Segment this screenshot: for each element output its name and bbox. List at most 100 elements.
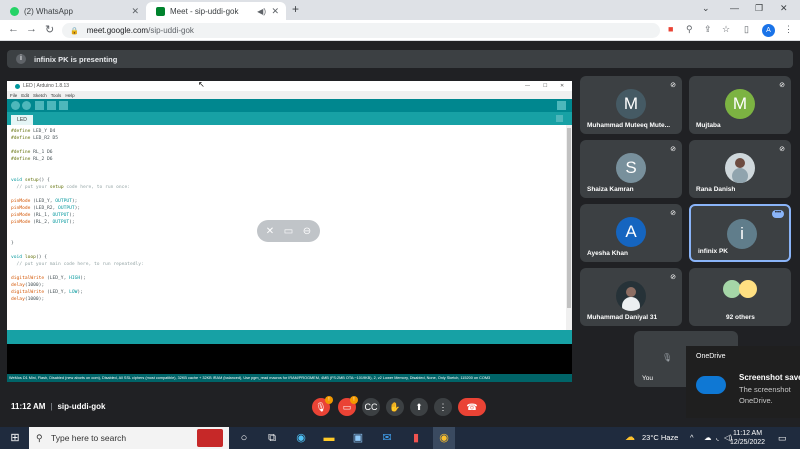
mic-off-icon: ✕ (265, 225, 275, 237)
present-button[interactable]: ⬆ (410, 398, 428, 416)
ide-title-bar: LED | Arduino 1.8.13 — ☐ ✕ (7, 81, 572, 91)
presenting-text: infinix PK is presenting (34, 54, 118, 64)
tab-title: (2) WhatsApp (24, 6, 73, 16)
camera-in-use-icon[interactable]: ■ (668, 24, 673, 34)
camera-off-icon: ▭ (283, 225, 294, 237)
menu-edit: Edit (21, 92, 30, 98)
notification-body: OneDrive. (739, 396, 773, 405)
sidebar-icon[interactable]: ▯ (744, 24, 749, 35)
hang-up-icon: ☎ (466, 402, 478, 412)
speaker-icon[interactable]: ◀) (257, 7, 266, 16)
task-view-icon[interactable]: ⧉ (265, 431, 279, 445)
leave-call-button[interactable]: ☎ (458, 398, 486, 416)
avatar: M (616, 89, 646, 119)
more-vert-icon: ⋮ (438, 402, 448, 412)
share-icon[interactable]: ⇪ (704, 24, 712, 35)
present-icon: ⬆ (415, 402, 423, 412)
mic-off-icon: 🎙 (315, 402, 327, 412)
tab-whatsapp[interactable]: (2) WhatsApp ✕ (0, 2, 146, 20)
profile-photo (616, 281, 646, 311)
mic-off-icon: ⊘ (779, 146, 785, 153)
more-options-button[interactable]: ⋮ (434, 398, 452, 416)
maximize-icon: ☐ (543, 83, 548, 89)
close-icon[interactable]: ✕ (131, 6, 139, 17)
cloud-tray-icon[interactable]: ☁ (704, 427, 712, 449)
participant-tile[interactable]: M ⊘ Muhammad Muteeq Mute... (580, 76, 682, 134)
participant-tile[interactable]: M ⊘ Mujtaba (689, 76, 791, 134)
weather-text[interactable]: 23°C Haze (642, 427, 678, 449)
restore-icon[interactable]: ❐ (755, 3, 763, 14)
participant-tile[interactable]: S ⊘ Shaiza Kamran (580, 140, 682, 198)
self-name: You (642, 375, 653, 382)
captions-icon: CC (364, 402, 378, 412)
chrome-icon[interactable]: ◉ (433, 427, 455, 449)
minimize-icon[interactable]: — (730, 3, 739, 13)
ide-menu-bar: File Edit Sketch Tools Help (7, 91, 572, 99)
more-options-icon[interactable]: ••• (772, 210, 784, 218)
avatar: S (616, 153, 646, 183)
taskbar-search[interactable]: ⚲ Type here to search (29, 427, 229, 449)
network-icon[interactable]: ◟ (716, 427, 719, 449)
reload-icon[interactable]: ↻ (45, 23, 54, 36)
minimize-icon: — (525, 83, 530, 89)
others-count: 92 others (726, 314, 755, 321)
mouse-cursor-icon: ↖ (198, 80, 205, 89)
participant-name: Muhammad Daniyal 31 (587, 314, 658, 321)
participant-tile-presenter[interactable]: i ••• infinix PK (689, 204, 791, 262)
notification-body: The screenshot (739, 385, 791, 394)
windows-taskbar: ⊞ ⚲ Type here to search ○ ⧉ ◉ ▬ ▣ ✉ ▮ ◉ … (0, 427, 800, 449)
ide-tab-led: LED (11, 115, 33, 125)
info-icon: i (16, 54, 26, 64)
participant-name: Muhammad Muteeq Mute... (587, 122, 671, 129)
bookmark-star-icon[interactable]: ☆ (722, 24, 730, 35)
meeting-code: sip-uddi-gok (57, 402, 106, 411)
cortana-icon[interactable]: ○ (237, 431, 251, 445)
window-close-icon[interactable]: ✕ (780, 3, 788, 14)
onedrive-notification[interactable]: OneDrive Screenshot save The screenshot … (686, 346, 800, 418)
office-icon[interactable]: ▮ (409, 431, 423, 445)
participant-tile[interactable]: ⊘ Rana Danish (689, 140, 791, 198)
meeting-time: 11:12 AM (11, 402, 46, 411)
meeting-info: 11:12 AM | sip-uddi-gok (11, 402, 106, 411)
ide-status-bar: WeMos D1 Mini, Flash, Disabled (new abor… (7, 374, 572, 382)
holiday-icon (197, 429, 223, 447)
captions-button[interactable]: CC (362, 398, 380, 416)
tab-search-icon[interactable]: ⌄ (702, 3, 710, 14)
others-tile[interactable]: 92 others (689, 268, 791, 326)
back-icon[interactable]: ← (8, 23, 19, 35)
clock-time: 11:12 AM (732, 430, 763, 437)
weather-icon[interactable]: ☁ (625, 427, 635, 449)
zoom-icon[interactable]: ⚲ (686, 24, 693, 35)
forward-icon[interactable]: → (26, 23, 37, 35)
url-host: meet.google.com (86, 26, 149, 35)
mail-icon[interactable]: ✉ (380, 431, 394, 445)
system-clock[interactable]: 11:12 AM 12/25/2022 (730, 429, 765, 447)
store-icon[interactable]: ▣ (351, 431, 365, 445)
profile-avatar[interactable]: A (762, 24, 775, 37)
windows-start-icon[interactable]: ⊞ (8, 431, 22, 445)
new-tab-button[interactable]: + (292, 2, 299, 16)
notifications-icon[interactable]: ▭ (778, 427, 787, 449)
participant-name: infinix PK (698, 248, 728, 255)
warning-badge: ! (325, 396, 333, 404)
notification-title: Screenshot save (739, 373, 800, 382)
save-icon (59, 101, 68, 110)
close-icon[interactable]: ✕ (271, 6, 279, 17)
url-field[interactable]: 🔒 meet.google.com/sip-uddi-gok (62, 23, 660, 38)
edge-icon[interactable]: ◉ (294, 431, 308, 445)
editor-scrollbar (566, 125, 572, 330)
menu-tools: Tools (50, 92, 62, 98)
avatar (739, 280, 757, 298)
tray-overflow-icon[interactable]: ^ (690, 427, 694, 449)
participant-tile[interactable]: ⊘ Muhammad Daniyal 31 (580, 268, 682, 326)
upload-icon (22, 101, 31, 110)
participant-tile[interactable]: A ⊘ Ayesha Khan (580, 204, 682, 262)
tab-meet[interactable]: Meet - sip-uddi-gok ◀) ✕ (146, 2, 286, 20)
hand-icon: ✋ (389, 402, 401, 412)
raise-hand-button[interactable]: ✋ (386, 398, 404, 416)
meet-icon (156, 6, 165, 16)
menu-icon[interactable]: ⋮ (784, 24, 793, 35)
search-placeholder: Type here to search (51, 433, 127, 443)
avatar: A (616, 217, 646, 247)
file-explorer-icon[interactable]: ▬ (322, 431, 336, 445)
